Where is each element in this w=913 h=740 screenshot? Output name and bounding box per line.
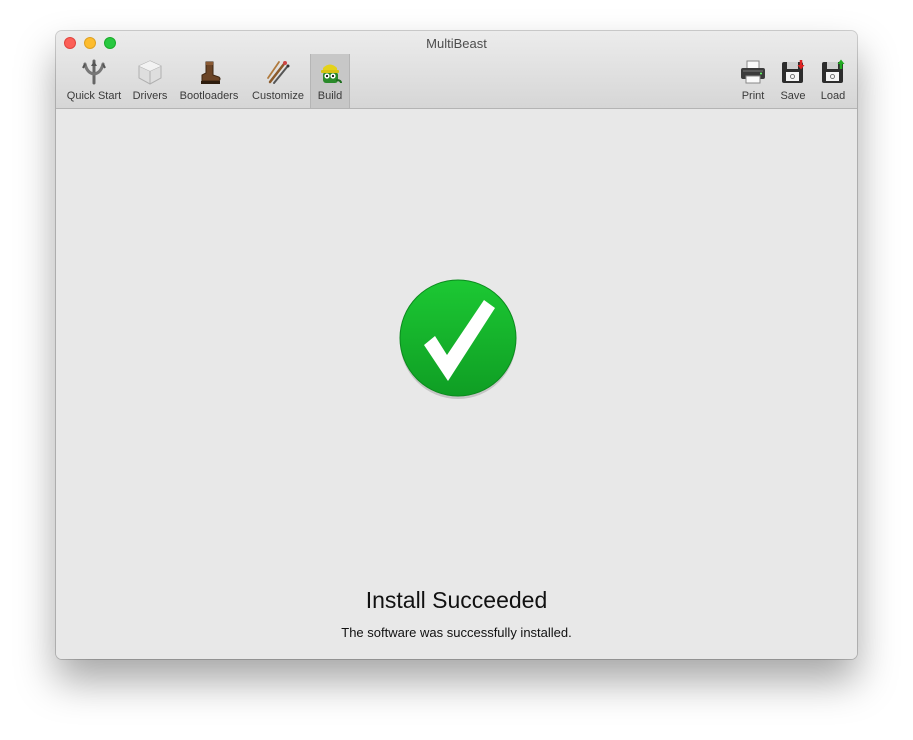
brushes-icon — [267, 61, 290, 84]
build-result-panel: Install Succeeded The software was succe… — [56, 109, 857, 659]
titlebar-toolbar: MultiBeast Quick Start Drivers Bootloade… — [56, 31, 857, 109]
boot-icon — [201, 61, 221, 84]
toolbar-label-save: Save — [780, 90, 806, 102]
toolbar-customize[interactable]: Customize — [247, 54, 309, 108]
toolbar-label-drivers: Drivers — [132, 90, 168, 102]
toolbar-build[interactable]: Build — [310, 54, 350, 108]
toolbar-label-build: Build — [317, 90, 343, 102]
status-title: Install Succeeded — [365, 587, 548, 613]
toolbar-print[interactable]: Print — [735, 54, 771, 108]
save-disk-icon — [782, 60, 805, 83]
toolbar-label-print: Print — [741, 90, 765, 102]
toolbar-label-customize: Customize — [252, 90, 304, 102]
app-window: MultiBeast Quick Start Drivers Bootloade… — [56, 31, 857, 659]
toolbar-label-bootloaders: Bootloaders — [179, 90, 239, 102]
status-message: The software was successfully installed. — [341, 625, 572, 640]
build-mascot-icon — [321, 64, 342, 84]
toolbar-label-load: Load — [820, 90, 846, 102]
printer-icon — [741, 60, 765, 84]
cube-icon — [138, 60, 162, 85]
toolbar-drivers[interactable]: Drivers — [129, 54, 171, 108]
trident-icon — [82, 59, 106, 85]
window-title: MultiBeast — [426, 36, 487, 51]
toolbar-bootloaders[interactable]: Bootloaders — [175, 54, 243, 108]
checkmark-success-icon — [399, 279, 517, 399]
toolbar-save[interactable]: Save — [775, 54, 811, 108]
toolbar-label-quick-start: Quick Start — [66, 90, 122, 102]
load-disk-icon — [822, 59, 845, 83]
toolbar-quick-start[interactable]: Quick Start — [62, 54, 126, 108]
toolbar-load[interactable]: Load — [814, 54, 852, 108]
